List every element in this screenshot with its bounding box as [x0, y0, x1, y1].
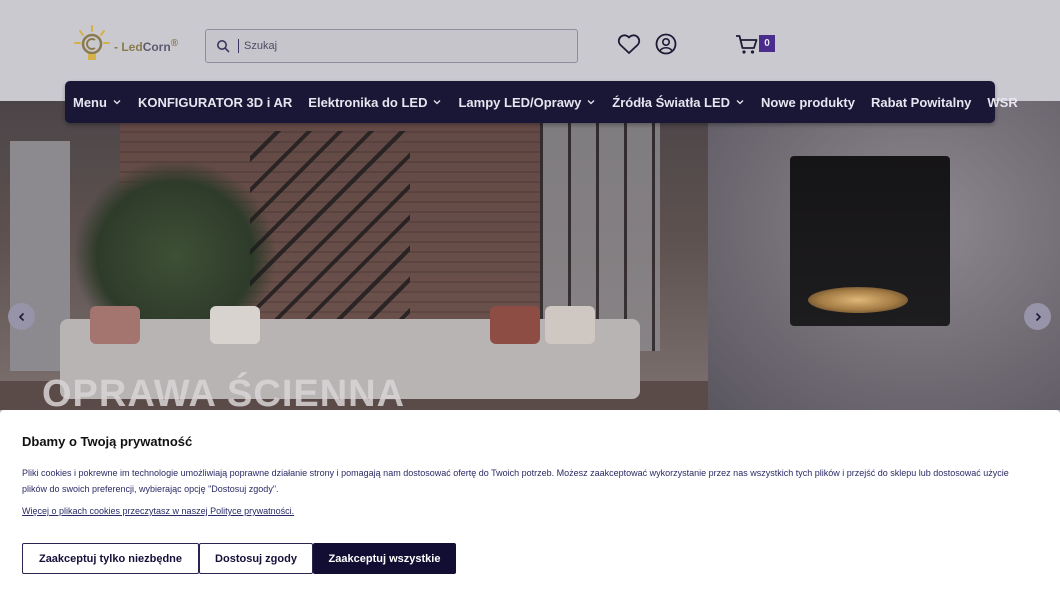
- nav-item-label: Lampy LED/Oprawy: [458, 94, 582, 110]
- chevron-left-icon: [18, 312, 24, 321]
- cart-icon[interactable]: [734, 32, 760, 56]
- nav-item-label: WSR: [987, 94, 1018, 110]
- hero-title: OPRAWA ŚCIENNA: [42, 373, 406, 410]
- privacy-policy-link[interactable]: Więcej o plikach cookies przeczytasz w n…: [22, 506, 294, 516]
- ledcorn-logo[interactable]: - LedCorn®: [72, 24, 192, 68]
- search-input[interactable]: [244, 40, 544, 52]
- logo-text: - LedCorn®: [114, 38, 178, 54]
- hero-pillow: [490, 306, 540, 344]
- nav-item-label: KONFIGURATOR 3D i AR: [137, 94, 293, 110]
- accept-necessary-button[interactable]: Zaakceptuj tylko niezbędne: [22, 543, 199, 574]
- nav-item-zrodla[interactable]: Źródła Światła LED: [612, 95, 745, 110]
- main-navigation: Menu KONFIGURATOR 3D i AR Elektronika do…: [65, 81, 1018, 123]
- bulb-logo-icon: [74, 25, 110, 60]
- hero-stairs: [250, 131, 410, 351]
- nav-item-label: Źródła Światła LED: [612, 94, 731, 110]
- logo-text-corn: Corn: [142, 40, 171, 54]
- hero-pillow: [90, 306, 140, 344]
- hero-pillow: [210, 306, 260, 344]
- nav-item-nowe-produkty[interactable]: Nowe produkty: [761, 95, 855, 110]
- nav-item-wsr[interactable]: WSR: [987, 95, 1017, 110]
- nav-item-label: Menu: [73, 94, 107, 110]
- nav-item-label: Rabat Powitalny: [870, 94, 972, 110]
- chevron-down-icon: [587, 100, 595, 105]
- user-icon[interactable]: [653, 32, 679, 56]
- cart-count-badge[interactable]: 0: [759, 35, 775, 52]
- slider-next-button[interactable]: [1024, 303, 1051, 330]
- nav-item-lampy[interactable]: Lampy LED/Oprawy: [458, 95, 596, 110]
- nav-item-label: Elektronika do LED: [308, 94, 428, 110]
- chevron-right-icon: [1035, 312, 1041, 321]
- hero-interior-image: [0, 101, 708, 410]
- logo-registered-mark: ®: [170, 38, 179, 49]
- accept-all-button[interactable]: Zaakceptuj wszystkie: [313, 543, 456, 574]
- slider-prev-button[interactable]: [8, 303, 35, 330]
- nav-item-rabat[interactable]: Rabat Powitalny: [871, 95, 971, 110]
- search-icon[interactable]: [216, 39, 230, 53]
- logo-text-led: Led: [121, 40, 143, 54]
- nav-item-menu[interactable]: Menu: [73, 95, 122, 110]
- wall-lamp-glow: [808, 287, 908, 313]
- search-bar[interactable]: [205, 29, 578, 63]
- customize-consent-button[interactable]: Dostosuj zgody: [199, 543, 313, 574]
- chevron-down-icon: [113, 100, 121, 105]
- nav-item-konfigurator[interactable]: KONFIGURATOR 3D i AR: [138, 95, 292, 110]
- nav-item-elektronika[interactable]: Elektronika do LED: [308, 95, 442, 110]
- chevron-down-icon: [736, 100, 744, 105]
- cookie-description: Pliki cookies i pokrewne im technologie …: [22, 468, 1009, 494]
- heart-icon[interactable]: [616, 32, 642, 56]
- nav-item-label: Nowe produkty: [761, 94, 855, 110]
- search-caret: [238, 39, 239, 53]
- hero-slider: OPRAWA ŚCIENNA: [0, 101, 1060, 410]
- cookie-consent-panel: Dbamy o Twoją prywatność Pliki cookies i…: [0, 410, 1060, 596]
- cookie-title: Dbamy o Twoją prywatność: [22, 434, 193, 449]
- chevron-down-icon: [434, 100, 441, 105]
- hero-pillow: [545, 306, 595, 344]
